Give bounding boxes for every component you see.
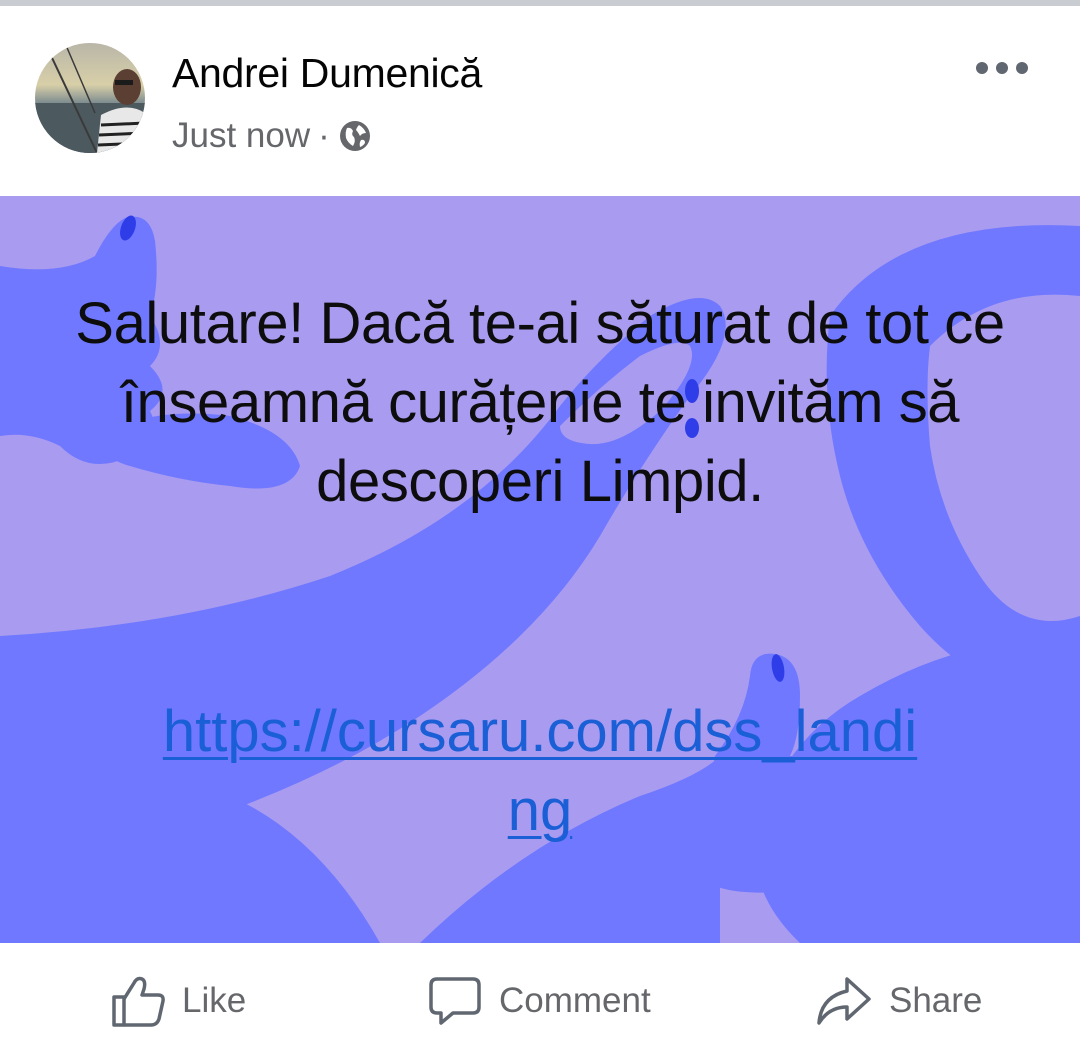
avatar[interactable]: [35, 43, 145, 153]
comment-button[interactable]: Comment: [427, 973, 651, 1029]
post-timestamp[interactable]: Just now: [172, 116, 310, 156]
post-link[interactable]: https://cursaru.com/dss_landing: [150, 692, 930, 850]
author-name[interactable]: Andrei Dumenică: [172, 50, 482, 97]
comment-label: Comment: [499, 981, 651, 1020]
more-options-icon[interactable]: [976, 56, 1028, 80]
post-meta: Just now ·: [172, 116, 372, 156]
post-background-card: Salutare! Dacă te-ai săturat de tot ce î…: [0, 196, 1080, 943]
share-label: Share: [889, 981, 983, 1020]
share-icon: [817, 977, 871, 1025]
comment-icon: [429, 977, 481, 1025]
post-body-text: Salutare! Dacă te-ai săturat de tot ce î…: [75, 291, 1005, 514]
post-action-bar: Like Comment Share: [0, 943, 1080, 1057]
like-icon: [112, 976, 165, 1027]
post-header: Andrei Dumenică Just now ·: [0, 6, 1080, 196]
share-button[interactable]: Share: [815, 973, 982, 1029]
meta-separator: ·: [318, 116, 330, 155]
globe-icon: [338, 119, 372, 153]
like-label: Like: [182, 981, 247, 1020]
like-button[interactable]: Like: [110, 973, 246, 1029]
